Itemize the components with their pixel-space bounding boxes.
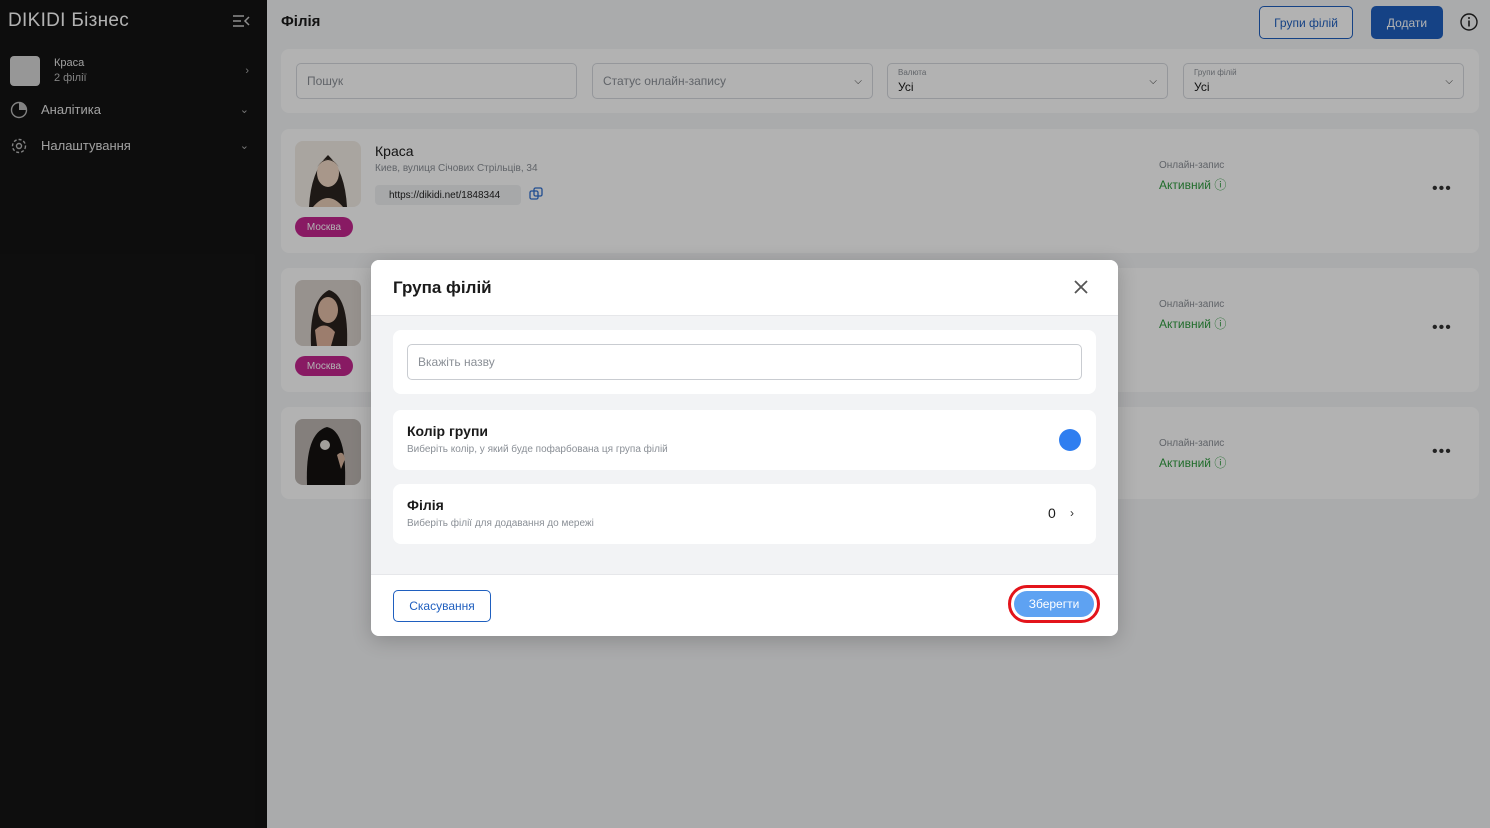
group-name-input[interactable] [407,344,1082,380]
save-button-highlight: Зберегти [1008,585,1100,623]
color-swatch[interactable] [1059,429,1081,451]
branch-select-row[interactable]: Філія Виберіть філії для додавання до ме… [393,484,1096,544]
selected-branches-count: 0 [1048,505,1056,521]
group-name-block [393,330,1096,394]
close-icon[interactable] [1073,279,1089,295]
branch-select-title: Філія [407,497,444,513]
cancel-button[interactable]: Скасування [393,590,491,622]
branch-group-modal: Група філій Колір групи Виберіть колір, … [371,260,1118,636]
modal-footer: Скасування Зберегти [371,574,1118,636]
modal-header: Група філій [371,260,1118,316]
group-color-row[interactable]: Колір групи Виберіть колір, у який буде … [393,410,1096,470]
branch-select-subtitle: Виберіть філії для додавання до мережі [407,518,594,529]
chevron-right-icon: › [1070,506,1074,520]
group-color-subtitle: Виберіть колір, у який буде пофарбована … [407,444,668,455]
save-button[interactable]: Зберегти [1014,591,1094,617]
group-color-title: Колір групи [407,423,489,439]
modal-title: Група філій [393,278,492,297]
